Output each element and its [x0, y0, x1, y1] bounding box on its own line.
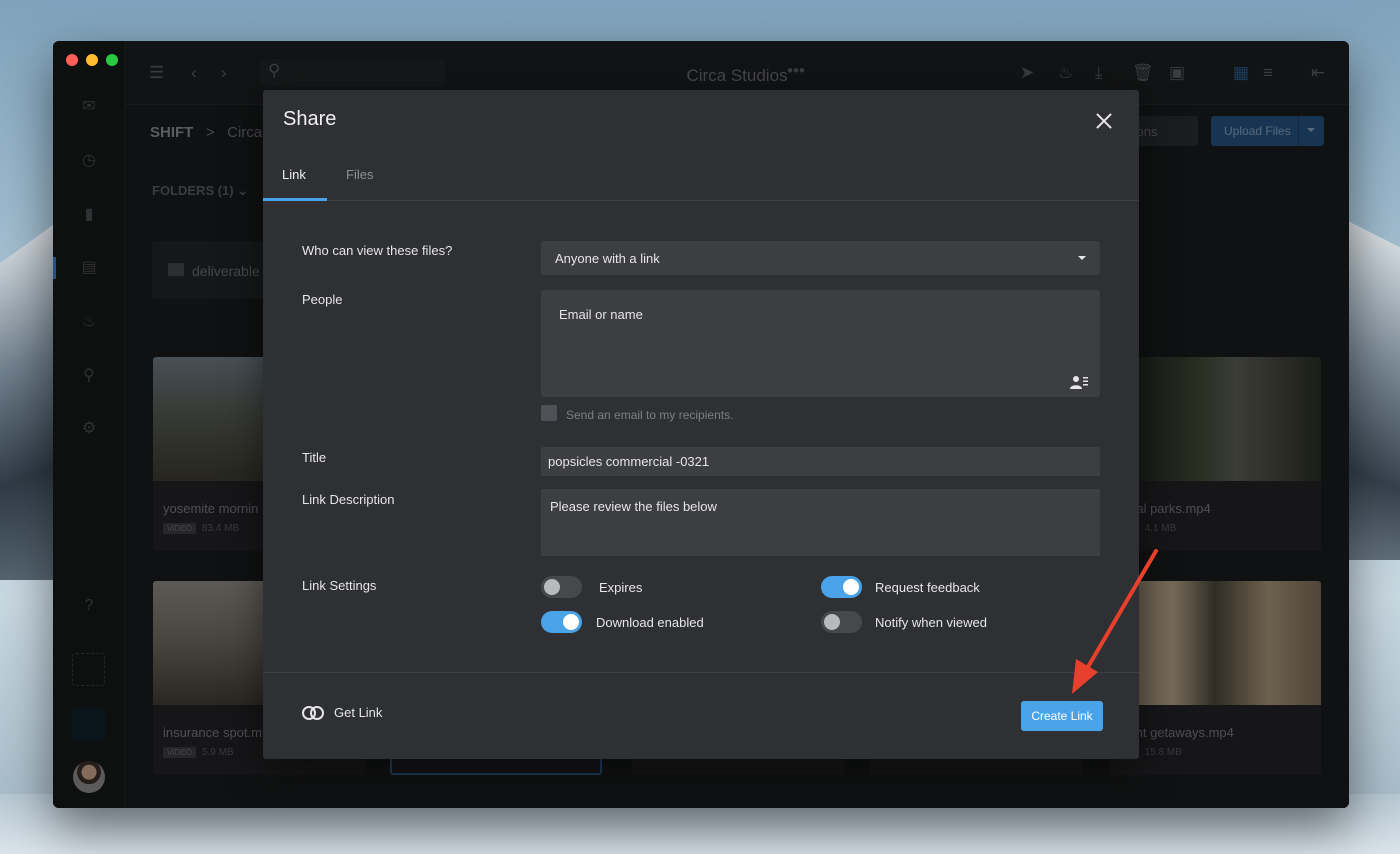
modal-title: Share — [283, 108, 337, 130]
link-settings-label: Link Settings — [302, 578, 377, 593]
people-field[interactable] — [541, 290, 1100, 397]
tab-files[interactable]: Files — [346, 167, 373, 196]
tab-link[interactable]: Link — [282, 167, 306, 196]
chevron-down-icon — [1078, 256, 1086, 264]
request-feedback-toggle[interactable] — [821, 576, 862, 598]
get-link-label: Get Link — [334, 705, 383, 720]
window-controls — [66, 54, 118, 66]
title-label: Title — [302, 450, 327, 465]
modal-tabs: Link Files — [263, 157, 1139, 201]
notify-when-viewed-toggle[interactable] — [821, 611, 862, 633]
people-input[interactable] — [559, 307, 1039, 322]
who-can-view-value: Anyone with a link — [555, 251, 660, 266]
link-icon — [302, 705, 324, 720]
download-enabled-toggle[interactable] — [541, 611, 582, 633]
close-window-button[interactable] — [66, 54, 78, 66]
link-description-label: Link Description — [302, 492, 395, 507]
people-label: People — [302, 292, 343, 307]
send-email-checkbox[interactable] — [541, 405, 557, 421]
expires-label: Expires — [599, 580, 643, 595]
request-feedback-label: Request feedback — [875, 580, 980, 595]
share-modal: Share Link Files Who can view these file… — [263, 90, 1139, 759]
footer-divider — [263, 672, 1139, 673]
get-link-button[interactable]: Get Link — [302, 705, 382, 720]
expires-toggle[interactable] — [541, 576, 582, 598]
close-icon[interactable] — [1093, 110, 1115, 132]
zoom-window-button[interactable] — [106, 54, 118, 66]
desktop-mountain-right — [1346, 220, 1400, 560]
notify-when-viewed-label: Notify when viewed — [875, 615, 987, 630]
desktop-mountain-left — [0, 220, 60, 580]
active-tab-indicator — [263, 198, 327, 201]
contacts-icon[interactable] — [1070, 375, 1088, 389]
download-enabled-label: Download enabled — [596, 615, 704, 630]
minimize-window-button[interactable] — [86, 54, 98, 66]
send-email-label: Send an email to my recipients. — [566, 408, 734, 422]
who-can-view-label: Who can view these files? — [302, 243, 453, 258]
title-input[interactable]: popsicles commercial -0321 — [541, 447, 1100, 476]
who-can-view-select[interactable]: Anyone with a link — [541, 241, 1100, 275]
create-link-button[interactable]: Create Link — [1021, 701, 1103, 731]
link-description-input[interactable]: Please review the files below — [541, 489, 1100, 556]
